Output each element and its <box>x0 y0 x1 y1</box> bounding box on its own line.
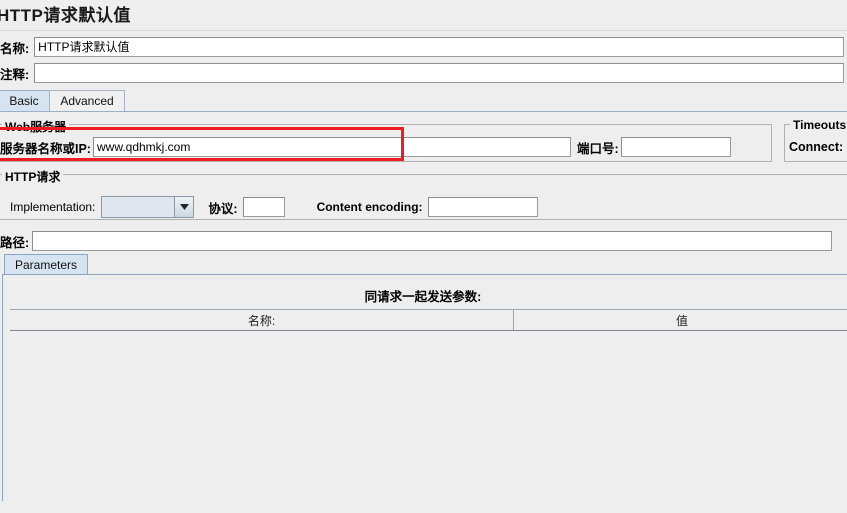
server-row: 服务器名称或IP: www.qdhmkj.com 端口号: <box>0 137 731 157</box>
parameters-table: 名称: 值 <box>10 309 847 513</box>
tab-parameters[interactable]: Parameters <box>4 254 89 275</box>
parameters-panel: 同请求一起发送参数: 名称: 值 <box>2 275 847 513</box>
main-tab-underline <box>0 111 847 112</box>
comment-input[interactable] <box>34 63 845 83</box>
comment-row: 注释: <box>0 63 845 83</box>
column-header-value[interactable]: 值 <box>514 310 847 330</box>
path-input[interactable] <box>32 231 833 251</box>
comment-label: 注释: <box>0 67 30 82</box>
content-encoding-input[interactable] <box>427 197 538 217</box>
protocol-input[interactable] <box>242 197 285 217</box>
http-request-group-title: HTTP请求 <box>2 168 64 185</box>
protocol-label: 协议: <box>208 201 238 216</box>
implementation-combobox[interactable] <box>101 196 195 218</box>
implementation-label: Implementation: <box>10 200 96 214</box>
parameters-tab-strip: Parameters <box>2 254 847 275</box>
path-label: 路径: <box>0 235 30 250</box>
name-label: 名称: <box>0 41 30 56</box>
port-label: 端口号: <box>576 141 619 156</box>
http-request-row: Implementation: 协议: Content encoding: <box>10 196 538 218</box>
main-tab-strip: Basic Advanced <box>0 90 847 112</box>
content-encoding-label: Content encoding: <box>316 200 423 214</box>
server-name-input[interactable]: www.qdhmkj.com <box>92 137 571 157</box>
timeouts-group-title: Timeouts ( <box>790 118 847 132</box>
name-row: 名称: HTTP请求默认值 <box>0 37 845 57</box>
column-header-name[interactable]: 名称: <box>10 310 514 330</box>
page-title: HTTP请求默认值 <box>0 6 131 25</box>
web-server-group-title: Web服务器 <box>2 118 70 135</box>
timeouts-row: Connect: <box>789 137 847 157</box>
parameters-table-body[interactable] <box>10 331 847 513</box>
connect-timeout-label: Connect: <box>789 140 844 154</box>
port-input[interactable] <box>620 137 731 157</box>
title-separator <box>0 30 847 31</box>
chevron-down-icon[interactable] <box>174 197 194 217</box>
name-input[interactable]: HTTP请求默认值 <box>34 37 845 57</box>
tab-basic[interactable]: Basic <box>0 90 50 111</box>
tab-advanced[interactable]: Advanced <box>49 90 125 111</box>
parameters-table-header: 名称: 值 <box>10 309 847 331</box>
path-row: 路径: <box>0 231 833 251</box>
server-label: 服务器名称或IP: <box>0 141 91 156</box>
parameters-section-title: 同请求一起发送参数: <box>364 290 482 304</box>
